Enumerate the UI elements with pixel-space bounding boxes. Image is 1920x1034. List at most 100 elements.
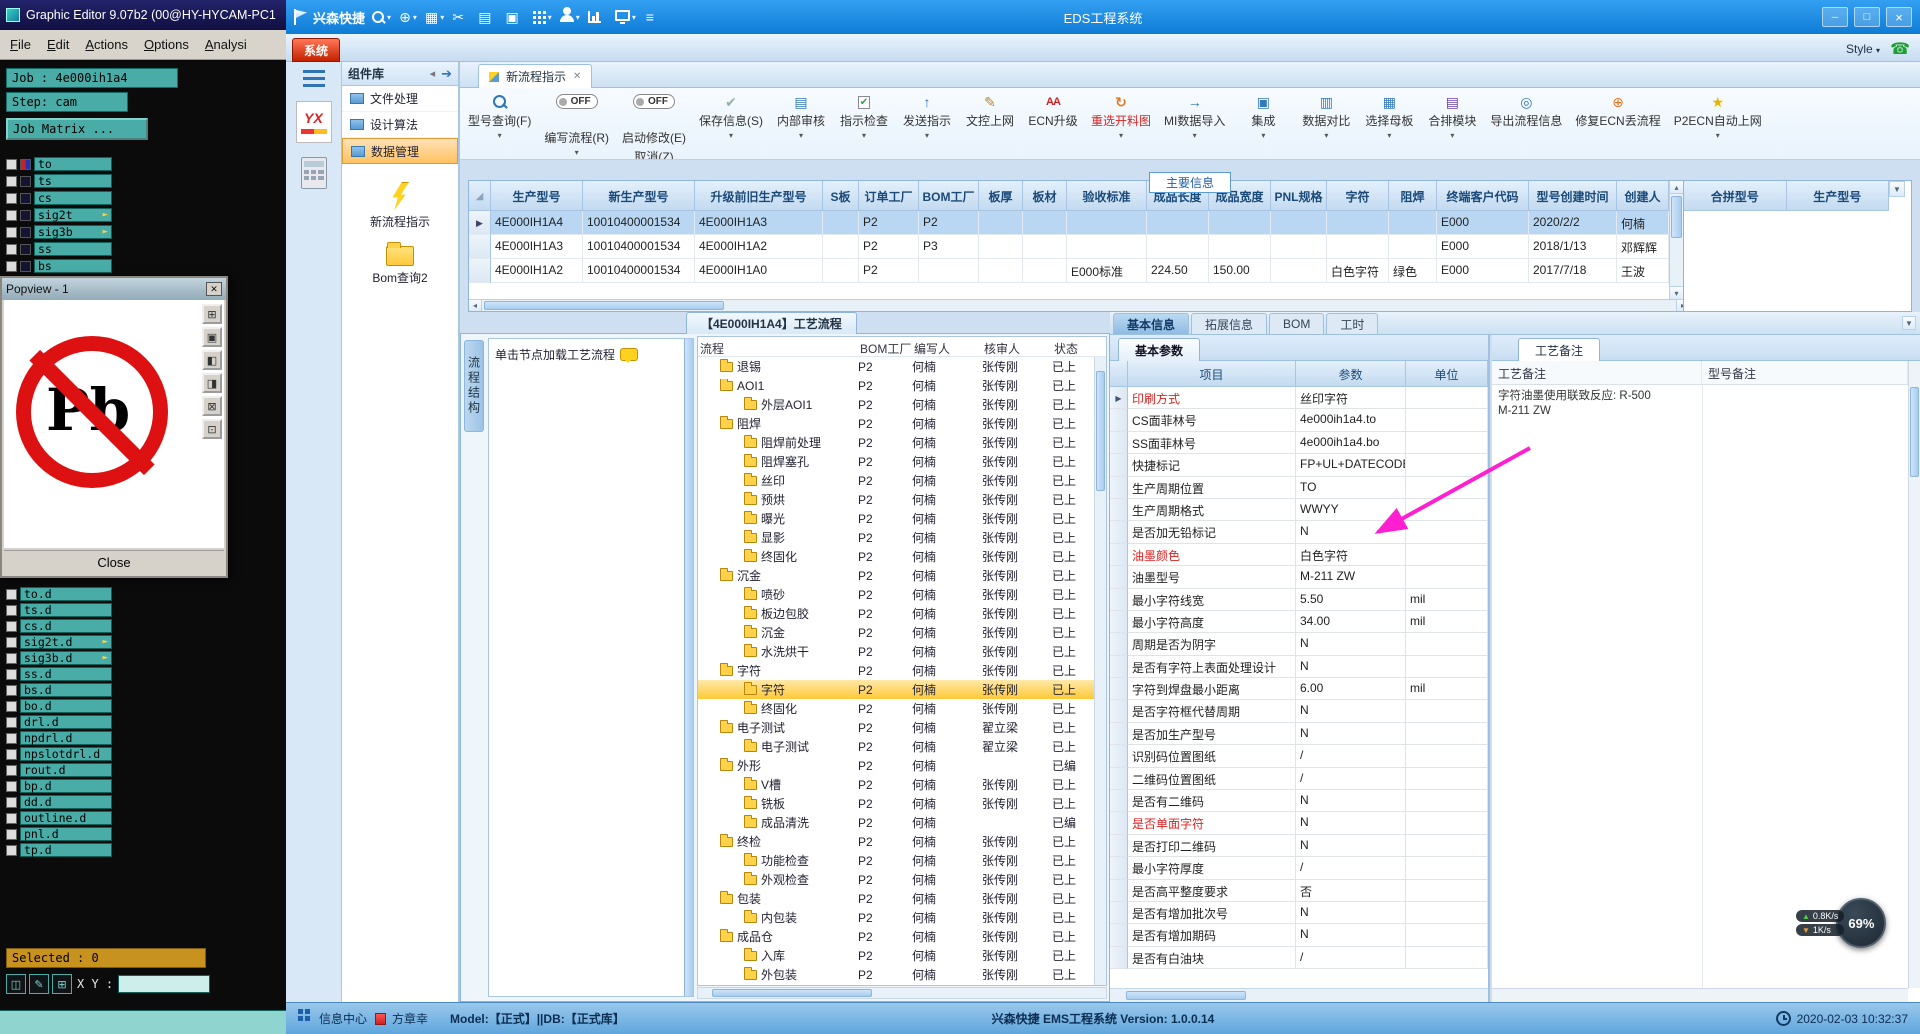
param-value[interactable]: M-211 ZW [1296, 566, 1406, 589]
process-node-row[interactable]: 外包装 P2 何楠 张传刚 已上 [698, 965, 1094, 984]
process-node-row[interactable]: 喷砂 P2 何楠 张传刚 已上 [698, 585, 1094, 604]
process-node-row[interactable]: 沉金 P2 何楠 张传刚 已上 [698, 566, 1094, 585]
layer-chip[interactable]: bs► [34, 259, 112, 273]
toolbar-button[interactable]: 保存信息(S) [699, 94, 763, 140]
process-node-row[interactable]: V槽 P2 何楠 张传刚 已上 [698, 775, 1094, 794]
column-header[interactable]: 生产型号 [1786, 181, 1889, 211]
process-node-row[interactable]: 字符 P2 何楠 张传刚 已上 [698, 680, 1094, 699]
process-node-row[interactable]: 电子测试 P2 何楠 翟立梁 已上 [698, 718, 1094, 737]
main-info-cell[interactable]: P2 [859, 259, 919, 283]
param-row[interactable]: 最小字符高度 34.00 mil [1110, 610, 1488, 634]
layer-chip[interactable]: dd.d► [20, 795, 112, 809]
toolbar-button[interactable]: 指示检查 [839, 94, 889, 140]
column-header[interactable]: 型号备注 [1702, 361, 1908, 384]
info-center[interactable]: 信息中心 [298, 1009, 367, 1027]
main-info-cell[interactable]: P3 [919, 235, 979, 259]
process-node[interactable]: 包装 [698, 890, 858, 907]
layer-chip[interactable]: sig2t.d ► [20, 635, 112, 649]
param-value[interactable]: WWYY [1296, 498, 1406, 522]
main-info-cell[interactable]: 10010400001534 [583, 259, 695, 283]
layer-checkbox[interactable] [6, 780, 17, 792]
layer-checkbox[interactable] [6, 192, 17, 204]
process-node-row[interactable]: 曝光 P2 何楠 张传刚 已上 [698, 509, 1094, 528]
scrollbar-thumb[interactable] [1126, 991, 1246, 1000]
center-icon[interactable]: ⊡ [202, 419, 222, 439]
toolbar-button[interactable]: P2ECN自动上网 [1674, 94, 1762, 140]
process-node[interactable]: 铣板 [698, 795, 858, 812]
param-row[interactable]: 周期是否为阴字 N [1110, 633, 1488, 656]
remark-horizontal-scrollbar[interactable] [1492, 988, 1908, 1002]
layer-checkbox[interactable] [6, 209, 17, 221]
layer-chip[interactable]: pnl.d► [20, 827, 112, 841]
scrollbar-thumb[interactable] [1910, 387, 1919, 477]
chevron-down-icon[interactable] [862, 131, 866, 140]
layer-row[interactable]: bo.d► [6, 698, 292, 714]
tab-process-remark[interactable]: 工艺备注 [1518, 338, 1601, 361]
layer-chip[interactable]: bo.d► [20, 699, 112, 713]
main-info-cell[interactable] [1389, 211, 1437, 235]
param-value[interactable]: N [1296, 633, 1406, 656]
layer-row[interactable]: pnl.d► [6, 826, 292, 842]
column-header[interactable]: 阻焊 [1389, 181, 1437, 211]
process-node[interactable]: 曝光 [698, 510, 858, 527]
param-row[interactable]: 快捷标记 FP+UL+DATECODE [1110, 454, 1488, 477]
main-info-row[interactable]: 4E000IH1A2 10010400001534 4E000IH1A0 P2 E000… [469, 259, 1669, 283]
hint-scrollbar[interactable] [684, 339, 693, 996]
layer-row[interactable]: bs► [6, 258, 292, 274]
off-toggle[interactable]: OFF [633, 94, 675, 109]
main-info-cell[interactable]: 150.00 [1209, 259, 1271, 283]
component-item[interactable]: 文件处理 [342, 86, 458, 112]
param-row[interactable]: 是否高平整度要求 否 [1110, 879, 1488, 902]
select-tool-icon[interactable]: ◫ [6, 974, 26, 994]
process-node-row[interactable]: 终固化 P2 何楠 张传刚 已上 [698, 699, 1094, 718]
main-info-cell[interactable] [1271, 211, 1327, 235]
monitor-icon[interactable]: ▾ [612, 4, 639, 30]
param-value[interactable]: 丝印字符 [1296, 387, 1406, 410]
layer-checkbox[interactable] [6, 668, 17, 680]
process-node[interactable]: 退锡 [698, 358, 858, 375]
chart-icon[interactable]: ▾ [585, 4, 610, 30]
chevron-down-icon[interactable] [729, 131, 733, 140]
chevron-down-icon[interactable] [575, 148, 579, 157]
layer-row[interactable]: ts.d► [6, 602, 292, 618]
main-info-cell[interactable]: E000 [1437, 235, 1529, 259]
param-row[interactable]: CS面菲林号 4e000ih1a4.to [1110, 409, 1488, 432]
process-node[interactable]: 喷砂 [698, 586, 858, 603]
process-node[interactable]: 沉金 [698, 624, 858, 641]
process-node-row[interactable]: 成品清洗 P2 何楠 已编 [698, 813, 1094, 832]
column-header[interactable]: 状态 [1052, 337, 1094, 356]
tab-new-process-instruction[interactable]: 新流程指示 ✕ [478, 64, 593, 88]
process-node-row[interactable]: 阻焊 P2 何楠 张传刚 已上 [698, 414, 1094, 433]
process-node[interactable]: 内包装 [698, 909, 858, 926]
tool-bom-query[interactable]: Bom查询2 [372, 242, 428, 286]
main-info-cell[interactable]: P2 [919, 211, 979, 235]
table-icon[interactable]: ▾ [475, 4, 500, 30]
process-node[interactable]: 功能检查 [698, 852, 858, 869]
param-row[interactable]: 二维码位置图纸 / [1110, 767, 1488, 791]
draw-tool-icon[interactable]: ✎ [29, 974, 49, 994]
process-node[interactable]: 阻焊塞孔 [698, 453, 858, 470]
layer-row[interactable]: ts► [6, 173, 292, 189]
main-info-cell[interactable] [1327, 235, 1389, 259]
toolbar-button[interactable]: 集成 [1238, 94, 1288, 140]
layer-checkbox[interactable] [6, 684, 17, 696]
column-header[interactable]: 编写人 [912, 337, 982, 356]
layer-chip[interactable]: ss► [34, 242, 112, 256]
main-info-cell[interactable] [1023, 211, 1067, 235]
main-info-cell[interactable]: 4E000IH1A3 [695, 211, 823, 235]
toolbar-button[interactable]: 导出流程信息 [1490, 94, 1562, 140]
process-node-row[interactable]: 预烘 P2 何楠 张传刚 已上 [698, 490, 1094, 509]
network-speed-widget[interactable]: ▲ 0.8K/s ▼ 1K/s 69% [1796, 898, 1887, 948]
grid-tool-icon[interactable]: ⊞ [52, 974, 72, 994]
param-value[interactable]: N [1296, 834, 1406, 858]
layer-chip[interactable]: sig3b ► [34, 225, 112, 239]
param-value[interactable]: N [1296, 812, 1406, 835]
process-node-row[interactable]: 水洗烘干 P2 何楠 张传刚 已上 [698, 642, 1094, 661]
tab-basic-params[interactable]: 基本参数 [1118, 338, 1201, 361]
layer-checkbox[interactable] [6, 243, 17, 255]
column-header[interactable]: 升级前旧生产型号 [695, 181, 823, 211]
layer-chip[interactable]: sig3b.d ► [20, 651, 112, 665]
param-row[interactable]: 是否有增加批次号 N [1110, 901, 1488, 925]
apps-grid-icon[interactable]: ▾ [530, 4, 555, 30]
main-info-cell[interactable]: 2018/1/13 [1529, 235, 1617, 259]
